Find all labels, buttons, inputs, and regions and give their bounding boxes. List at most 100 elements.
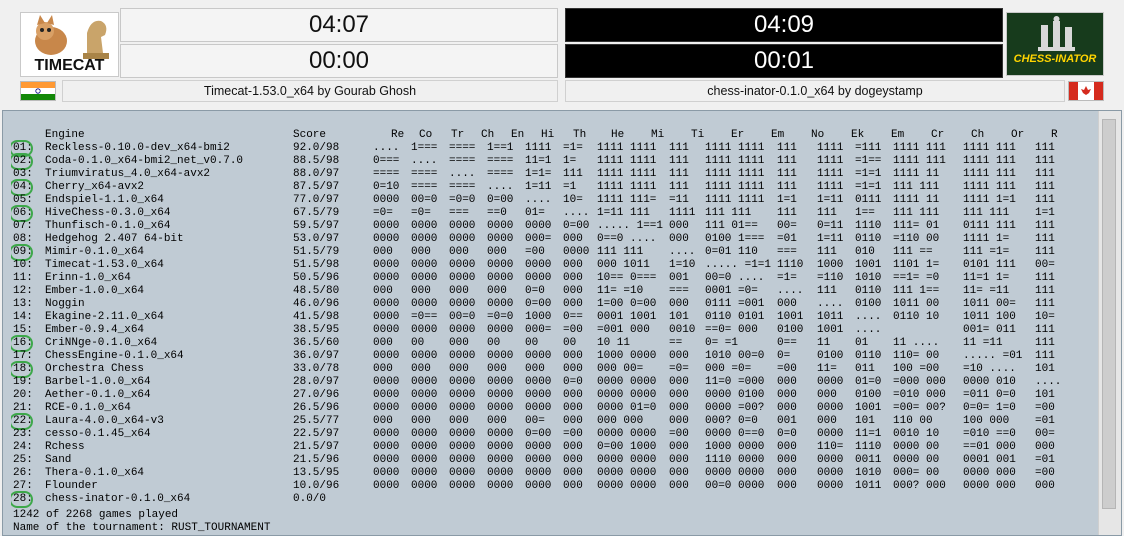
result-cell: 0000 [411, 298, 438, 310]
result-cell: 0010 10 [893, 428, 940, 440]
result-cell: 1001 [777, 311, 804, 323]
result-cell: 0000 [817, 454, 844, 466]
result-cell: ==1= =0 [893, 272, 940, 284]
result-cell: 000 [373, 363, 393, 375]
result-cell: 000 [669, 467, 689, 479]
scrollbar-thumb[interactable] [1102, 119, 1116, 509]
result-cell: 10= [563, 194, 583, 206]
result-cell: =0= [669, 363, 689, 375]
result-cell: 0111 111 [963, 220, 1016, 232]
result-cell: 000 [487, 363, 507, 375]
result-cell: 111 [777, 155, 797, 167]
score-cell: 77.0/97 [293, 194, 340, 206]
result-cell: 001 [669, 272, 689, 284]
score-cell: 10.0/96 [293, 480, 340, 492]
result-cell: 000 [669, 376, 689, 388]
result-cell: 000 [449, 337, 469, 349]
column-header: En [511, 129, 525, 141]
rank-cell: 26: [13, 467, 33, 479]
rank-cell: 12: [13, 285, 33, 297]
result-cell: 111 [1035, 337, 1055, 349]
result-cell: .... [817, 298, 844, 310]
result-cell: 111 [1035, 155, 1055, 167]
result-cell: 000 [563, 298, 583, 310]
result-cell: =1 [563, 181, 577, 193]
result-cell: 00=0 [449, 311, 476, 323]
result-cell: 0000 [449, 376, 476, 388]
result-cell: 111 == [893, 246, 933, 258]
crosstable-panel[interactable]: Engine Score Re Co Tr Ch En Hi Th He Mi Ti Er Em No E… [2, 110, 1122, 536]
result-cell: 0000 [411, 272, 438, 284]
engine-name-cell: Noggin [45, 298, 85, 310]
result-cell: 0000 [411, 324, 438, 336]
table-row: 22: Laura-4.0.0_x64-v3 25.5/77 000 000 000 000… [11, 415, 1099, 428]
right-main-clock: 04:09 [565, 8, 1003, 42]
rank-cell: 11: [13, 272, 33, 284]
result-cell: 000? 000 [893, 480, 946, 492]
result-cell: 0000 [411, 467, 438, 479]
result-cell: 0000 [373, 324, 400, 336]
result-cell: 0000 [525, 259, 552, 271]
result-cell: 1=1 [1035, 207, 1055, 219]
result-cell: 110 00 [893, 415, 933, 427]
result-cell: 000 [525, 363, 545, 375]
result-cell: 110= 00 [893, 350, 940, 362]
result-cell: 1001 [855, 402, 882, 414]
result-cell: 0000 [411, 376, 438, 388]
result-cell: 00=0 0000 [705, 480, 765, 492]
result-cell: 0000 [411, 428, 438, 440]
result-cell: .... [563, 207, 590, 219]
engine-name-cell: Flounder [45, 480, 98, 492]
column-header: Em [771, 129, 785, 141]
result-cell: ==== [487, 168, 514, 180]
result-cell: 1010 00=0 [705, 350, 765, 362]
rank-cell: 25: [13, 454, 33, 466]
result-cell: ==== [487, 155, 514, 167]
rank-cell: 13: [13, 298, 33, 310]
result-cell: 000 [373, 415, 393, 427]
result-cell: 1110 0000 [705, 454, 765, 466]
column-header: Er [731, 129, 745, 141]
result-cell: 111 [1035, 168, 1055, 180]
result-cell: 0=01 110 [705, 246, 758, 258]
result-cell: 0000 [817, 402, 844, 414]
result-cell: 000 [669, 454, 689, 466]
result-cell: 1=11 [817, 233, 844, 245]
result-cell: 0000 [449, 389, 476, 401]
engine-name-cell: Orchestra Chess [45, 363, 145, 375]
result-cell: 1111 1= [963, 233, 1010, 245]
india-flag-icon [20, 81, 56, 101]
result-cell: 1=00 0=00 [597, 298, 657, 310]
result-cell: 0== [777, 337, 797, 349]
result-cell: .... [449, 168, 476, 180]
result-cell: 0000 [449, 454, 476, 466]
column-header: Th [573, 129, 587, 141]
result-cell: 0000 [373, 194, 400, 206]
result-cell: 1111 1111 [705, 168, 765, 180]
result-cell: ==== [411, 168, 438, 180]
games-played-text: 1242 of 2268 games played [13, 509, 179, 521]
result-cell: =00 [1035, 402, 1055, 414]
result-cell: ==0 [487, 207, 507, 219]
result-cell: 0000 [525, 454, 552, 466]
score-cell: 28.0/97 [293, 376, 340, 388]
result-cell: 0000 [449, 480, 476, 492]
result-cell: 000 [669, 350, 689, 362]
result-cell: 0000 [525, 350, 552, 362]
result-cell: 1111 111 [963, 155, 1016, 167]
rank-cell: 10: [13, 259, 33, 271]
result-cell: 10== 0=== [597, 272, 657, 284]
result-cell: =00 [563, 324, 583, 336]
rank-cell: 14: [13, 311, 33, 323]
result-cell: =00 [669, 428, 689, 440]
engine-name-cell: Laura-4.0.0_x64-v3 [45, 415, 164, 427]
column-header: Tr [451, 129, 465, 141]
result-cell: 1000 0000 [597, 350, 657, 362]
result-cell: =1=1 [855, 168, 882, 180]
result-cell: 0000 00 [893, 454, 940, 466]
result-cell: 1010 [855, 467, 882, 479]
table-row: 12: Ember-1.0.0_x64 48.5/80 000 000 000 000 0=0… [11, 285, 1099, 298]
result-cell: =010 000 [893, 389, 946, 401]
result-cell: 1== [855, 207, 875, 219]
vertical-scrollbar[interactable] [1098, 111, 1121, 535]
